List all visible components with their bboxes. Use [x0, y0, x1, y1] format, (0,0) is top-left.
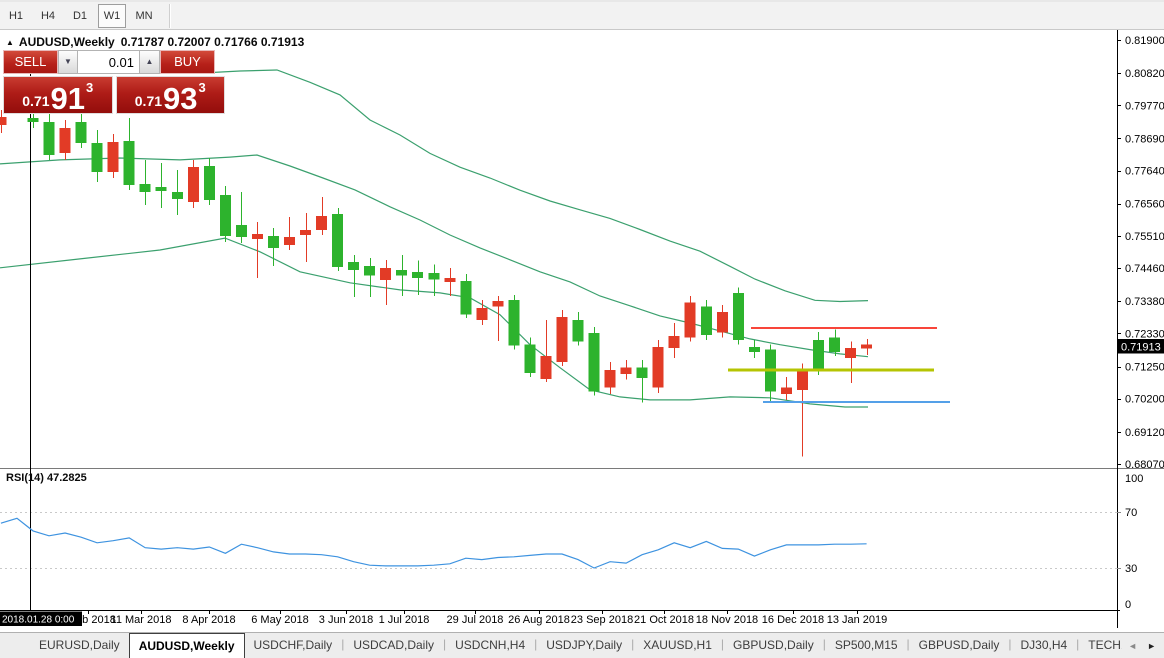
time-tick-label: 13 Jan 2019 — [827, 614, 888, 626]
current-price-value: 0.71913 — [1121, 342, 1161, 354]
candle-body — [460, 281, 471, 315]
candle-body — [300, 230, 311, 235]
time-tick-label: 1 Jul 2018 — [379, 614, 430, 626]
price-tick-label: 0.68070 — [1125, 459, 1164, 471]
buy-price-prefix: 0.71 — [135, 93, 162, 109]
rsi-tick-label: 100 — [1125, 473, 1143, 485]
volume-input[interactable] — [78, 50, 140, 74]
sell-price-display[interactable]: 0.71 91 3 — [3, 76, 113, 114]
chart-tab-xauusd-h1[interactable]: XAUUSD,H1 — [634, 633, 721, 658]
price-tick-label: 0.76560 — [1125, 199, 1164, 211]
buy-price-big: 93 — [163, 86, 197, 111]
rsi-tick-label: 0 — [1125, 599, 1131, 611]
sell-price-prefix: 0.71 — [22, 93, 49, 109]
sell-button[interactable]: SELL — [3, 50, 58, 74]
time-tick-label: 18 Nov 2018 — [696, 614, 758, 626]
buy-button[interactable]: BUY — [160, 50, 215, 74]
rsi-line — [1, 518, 867, 568]
chart-tab-eurusd-daily[interactable]: EURUSD,Daily — [30, 633, 129, 658]
bollinger-upper-line — [200, 70, 868, 302]
candle-body — [829, 338, 840, 352]
rsi-name: RSI(14) — [6, 472, 44, 484]
candle-body — [364, 266, 375, 276]
chart-tab-sp500-m15[interactable]: SP500,M15 — [826, 633, 907, 658]
collapse-triangle-icon[interactable]: ▲ — [6, 38, 14, 47]
time-tick-label: 11 Mar 2018 — [111, 614, 172, 626]
candle-body — [0, 117, 6, 125]
chart-symbol-label: AUDUSD,Weekly — [19, 35, 115, 49]
chart-tab-usdcnh-h4[interactable]: USDCNH,H4 — [446, 633, 534, 658]
chart-tab-audusd-weekly[interactable]: AUDUSD,Weekly — [129, 633, 245, 658]
price-tick-label: 0.72330 — [1125, 328, 1164, 340]
buy-price-display[interactable]: 0.71 93 3 — [116, 76, 226, 114]
candle-body — [444, 278, 455, 282]
date-cursor-value: 2018.01.28 0:00 — [2, 615, 75, 626]
chart-tab-gbpusd-daily[interactable]: GBPUSD,Daily — [910, 633, 1009, 658]
candle-body — [428, 273, 439, 280]
time-tick-label: 16 Dec 2018 — [762, 614, 824, 626]
candle-body — [348, 262, 359, 270]
chart-title: ▲ AUDUSD,Weekly 0.71787 0.72007 0.71766 0.… — [6, 35, 304, 49]
candle-body — [861, 345, 872, 349]
price-tick-label: 0.71250 — [1125, 362, 1164, 374]
buy-price-sup: 3 — [199, 80, 206, 95]
sell-price-big: 91 — [51, 86, 85, 111]
chart-ohlc-values: 0.71787 0.72007 0.71766 0.71913 — [121, 35, 305, 49]
rsi-value: 47.2825 — [47, 472, 87, 484]
chart-tab-dj30-h4[interactable]: DJ30,H4 — [1011, 633, 1076, 658]
candle-body — [492, 301, 503, 307]
time-tick-label: 26 Aug 2018 — [508, 614, 570, 626]
price-tick-label: 0.69120 — [1125, 427, 1164, 439]
trading-platform-window: H1H4D1W1MN 0.819000.808200.797700.786900… — [0, 0, 1164, 658]
time-tick-label: 8 Apr 2018 — [182, 614, 235, 626]
time-tick-label: 6 May 2018 — [251, 614, 308, 626]
candlesticks-layer — [0, 117, 872, 394]
timeframe-toolbar: H1H4D1W1MN — [0, 0, 1164, 30]
candle-body — [396, 270, 407, 276]
time-tick-label: 29 Jul 2018 — [447, 614, 504, 626]
one-click-trade-panel: SELL ▼ ▲ BUY 0.71 91 3 0.71 93 3 — [3, 50, 225, 114]
timeframe-button-h1[interactable]: H1 — [2, 4, 30, 28]
time-tick-label: 21 Oct 2018 — [634, 614, 694, 626]
rsi-indicator-label: RSI(14) 47.2825 — [6, 472, 87, 484]
timeframe-button-d1[interactable]: D1 — [66, 4, 94, 28]
volume-increase-button[interactable]: ▲ — [140, 50, 160, 74]
price-tick-label: 0.77640 — [1125, 166, 1164, 178]
candle-body — [845, 348, 856, 358]
timeframe-button-mn[interactable]: MN — [130, 4, 158, 28]
price-tick-label: 0.78690 — [1125, 133, 1164, 145]
candle-body — [316, 216, 327, 230]
candle-body — [380, 268, 391, 280]
time-tick-label: 23 Sep 2018 — [571, 614, 633, 626]
candle-body — [524, 345, 535, 373]
time-tick-label: 3 Jun 2018 — [319, 614, 373, 626]
chart-tab-bar: EURUSD,DailyAUDUSD,WeeklyUSDCHF,Daily|US… — [0, 632, 1164, 658]
price-tick-label: 0.70200 — [1125, 394, 1164, 406]
tab-scroll-controls: ◄► — [1122, 633, 1164, 658]
tab-scroll-left-icon[interactable]: ◄ — [1128, 641, 1137, 651]
price-tick-label: 0.73380 — [1125, 296, 1164, 308]
price-tick-label: 0.75510 — [1125, 231, 1164, 243]
rsi-tick-label: 30 — [1125, 563, 1137, 575]
candle-body — [412, 272, 423, 278]
price-tick-label: 0.79770 — [1125, 100, 1164, 112]
chart-tab-usdjpy-daily[interactable]: USDJPY,Daily — [537, 633, 631, 658]
timeframe-button-h4[interactable]: H4 — [34, 4, 62, 28]
volume-decrease-button[interactable]: ▼ — [58, 50, 78, 74]
price-tick-label: 0.81900 — [1125, 35, 1164, 47]
timeframe-button-w1[interactable]: W1 — [98, 4, 126, 28]
candle-body — [476, 308, 487, 320]
toolbar-separator — [169, 4, 171, 28]
price-tick-label: 0.80820 — [1125, 68, 1164, 80]
chart-canvas[interactable]: 0.81900 0.80820 0.79770 0.78690 0.77640 0.765… — [0, 30, 1164, 631]
chart-tab-usdcad-daily[interactable]: USDCAD,Daily — [344, 633, 443, 658]
candle-body — [332, 214, 343, 267]
tab-scroll-right-icon[interactable]: ► — [1147, 641, 1156, 651]
chart-tab-usdchf-daily[interactable]: USDCHF,Daily — [245, 633, 342, 658]
price-tick-label: 0.74460 — [1125, 263, 1164, 275]
chart-tab-gbpusd-daily[interactable]: GBPUSD,Daily — [724, 633, 823, 658]
sell-price-sup: 3 — [86, 80, 93, 95]
candle-body — [508, 300, 519, 346]
rsi-tick-label: 70 — [1125, 507, 1137, 519]
